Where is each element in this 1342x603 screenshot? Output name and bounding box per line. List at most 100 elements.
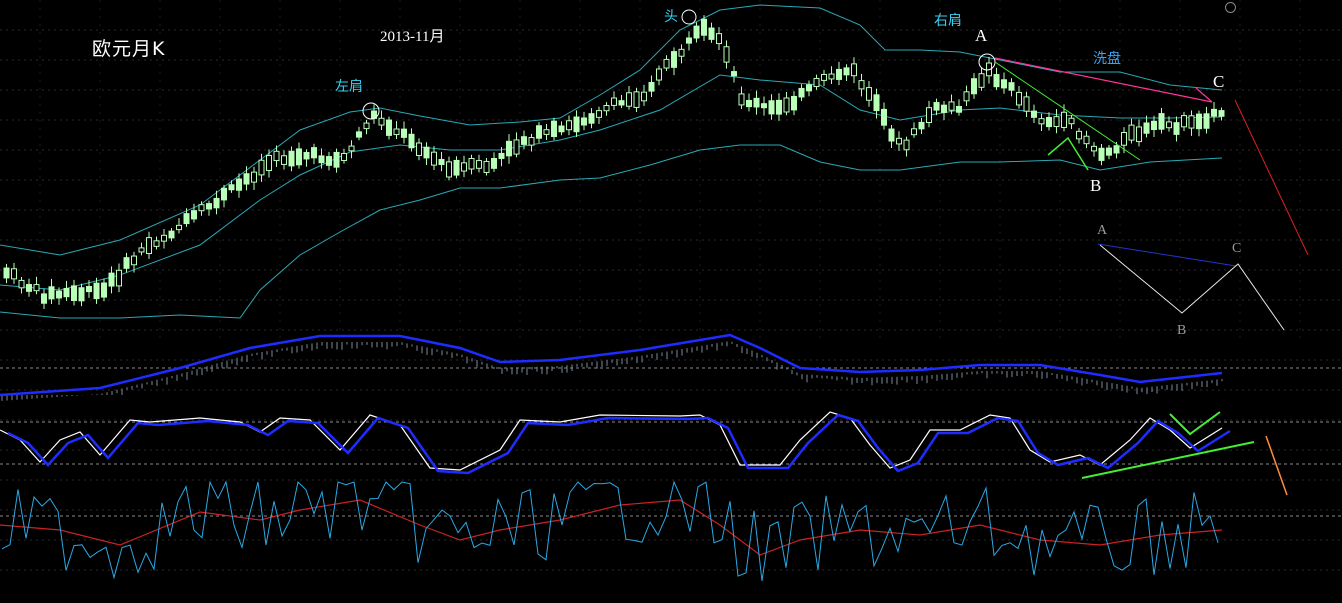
stochastic-support-line xyxy=(1081,441,1255,479)
candle-body xyxy=(663,58,670,69)
candle-body xyxy=(948,101,955,111)
candle-body xyxy=(633,91,640,108)
candle-body xyxy=(738,93,745,106)
candle-body xyxy=(1038,118,1045,125)
schematic-c-label: C xyxy=(1232,241,1242,256)
candle-body xyxy=(858,80,865,90)
candle-body xyxy=(828,73,835,80)
stochastic-projection-line xyxy=(1265,435,1288,496)
candle-body xyxy=(896,137,902,145)
left-shoulder-label: 左肩 xyxy=(335,79,363,95)
candle-body xyxy=(1121,132,1127,146)
head-label: 头 xyxy=(664,9,678,25)
candle-body xyxy=(1158,113,1165,130)
candle-body xyxy=(1151,120,1157,131)
candle-body xyxy=(783,97,790,113)
candle-body xyxy=(641,91,647,102)
candle-body xyxy=(746,100,752,108)
bollinger-upper-line xyxy=(0,4,1223,256)
candle-body xyxy=(761,103,767,109)
candle-body xyxy=(393,128,400,136)
candle-body xyxy=(408,133,415,149)
euro-monthly-chart xyxy=(0,0,1342,582)
candle-body xyxy=(671,51,677,68)
candle-body xyxy=(1031,110,1037,118)
candle-body xyxy=(551,120,557,137)
candle-body xyxy=(33,284,40,292)
point-a-label: A xyxy=(975,26,988,45)
washout-label: 洗盘 xyxy=(1093,51,1121,67)
candle-body xyxy=(843,67,850,76)
candle-body xyxy=(873,94,880,112)
candle-body xyxy=(491,157,497,169)
candle-body xyxy=(918,121,925,130)
candle-body xyxy=(363,122,370,130)
candle-body xyxy=(116,269,122,287)
candle-body xyxy=(1218,110,1225,117)
candle-body xyxy=(573,116,580,133)
candle-body xyxy=(603,105,610,112)
candle-body xyxy=(213,197,220,209)
candle-body xyxy=(1083,135,1090,145)
candle-body xyxy=(1128,124,1135,141)
bollinger-bands xyxy=(0,4,1223,319)
candle-body xyxy=(498,152,505,159)
window-control-icon[interactable] xyxy=(1225,2,1236,13)
candle-body xyxy=(1143,122,1150,134)
schematic-top-line xyxy=(1097,243,1237,267)
candle-body xyxy=(1061,111,1067,128)
candle-body xyxy=(686,37,692,44)
candle-body xyxy=(123,257,130,269)
candle-body xyxy=(656,68,662,81)
candle-body xyxy=(776,99,782,115)
head-circle xyxy=(681,9,697,25)
stochastic-k-line xyxy=(0,411,1223,471)
candle-body xyxy=(206,203,212,210)
candle-body xyxy=(183,213,190,225)
candle-body xyxy=(791,95,797,111)
candle-body xyxy=(438,158,445,166)
grid-lines xyxy=(0,0,1342,571)
candle-body xyxy=(191,210,197,220)
candle-body xyxy=(911,128,917,136)
candle-body xyxy=(78,287,85,302)
candle-body xyxy=(93,282,100,300)
schematic-abc-path xyxy=(1099,244,1285,331)
candle-body xyxy=(453,159,460,176)
bollinger-lower-line xyxy=(0,144,1223,319)
candle-body xyxy=(1016,91,1022,106)
candle-body xyxy=(888,128,895,142)
chart-title: 欧元月K xyxy=(92,38,166,60)
candle-body xyxy=(138,247,145,253)
candle-body xyxy=(836,68,842,80)
candle-body xyxy=(1023,96,1030,112)
candle-body xyxy=(768,100,775,115)
downtrend-line xyxy=(994,61,1141,161)
macd-signal-line xyxy=(0,333,1223,397)
candle-body xyxy=(18,279,25,289)
candle-body xyxy=(618,100,625,106)
candle-body xyxy=(821,73,827,81)
candle-body xyxy=(333,151,340,168)
candle-body xyxy=(716,33,722,45)
candle-body xyxy=(611,97,617,106)
candle-body xyxy=(1203,113,1210,129)
candle-body xyxy=(476,160,482,169)
candle-body xyxy=(71,285,77,301)
candle-body xyxy=(251,171,257,183)
candle-body xyxy=(153,240,160,247)
candle-body xyxy=(161,234,167,242)
candle-body xyxy=(1106,147,1112,156)
candle-body xyxy=(648,82,655,92)
candle-body xyxy=(318,155,325,164)
candle-body xyxy=(3,267,10,279)
candle-body xyxy=(303,152,310,160)
candle-body xyxy=(198,204,205,212)
candle-body xyxy=(1001,79,1007,89)
candle-body xyxy=(288,150,295,167)
right-shoulder-label: 右肩 xyxy=(934,13,962,29)
candle-body xyxy=(963,91,970,102)
oscillator-fast-line xyxy=(1,480,1219,582)
candle-body xyxy=(176,224,182,231)
candle-body xyxy=(1113,145,1120,154)
